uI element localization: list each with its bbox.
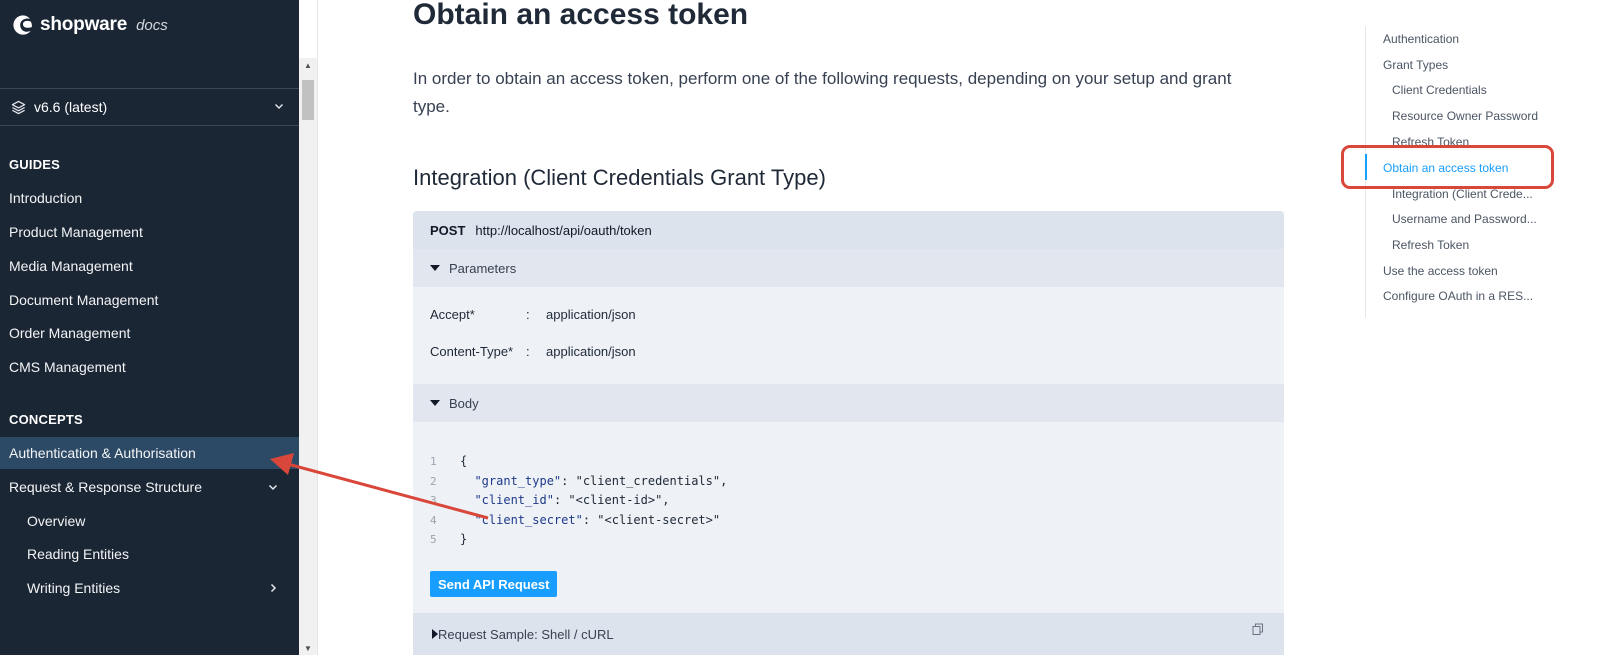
- param-name: Content-Type*: [430, 344, 514, 359]
- json-value: "client_credentials",: [575, 473, 728, 488]
- sidebar-item-label: Authentication & Authorisation: [9, 445, 196, 461]
- brand-name: shopware: [40, 14, 128, 35]
- json-value: "<client-id>",: [568, 493, 670, 507]
- sidebar-item-reading-entities[interactable]: Reading Entities: [0, 538, 299, 570]
- sidebar-item-media-management[interactable]: Media Management: [0, 250, 299, 282]
- sidebar-item-authentication[interactable]: Authentication & Authorisation: [0, 437, 299, 469]
- scroll-up-arrow-icon[interactable]: ▲: [299, 58, 317, 72]
- sidebar-item-label: Media Management: [9, 258, 133, 274]
- sidebar-item-label: Product Management: [9, 224, 143, 240]
- body-toggle[interactable]: Body: [413, 384, 1284, 422]
- sidebar-item-label: Request & Response Structure: [9, 479, 202, 495]
- sidebar-item-introduction[interactable]: Introduction: [0, 182, 299, 214]
- code-line: 5}: [430, 530, 727, 550]
- section-heading: Integration (Client Credentials Grant Ty…: [413, 165, 826, 190]
- version-selector[interactable]: v6.6 (latest): [0, 88, 299, 126]
- endpoint-url: http://localhost/api/oauth/token: [475, 222, 652, 238]
- http-method: POST: [430, 222, 466, 238]
- chevron-right-icon[interactable]: [267, 582, 279, 594]
- chevron-down-icon: [275, 104, 283, 109]
- sidebar-item-label: Writing Entities: [27, 580, 121, 596]
- copy-icon[interactable]: [1252, 623, 1264, 635]
- code-text: }: [460, 532, 468, 546]
- scroll-down-arrow-icon[interactable]: ▼: [299, 641, 317, 655]
- divider: [317, 0, 318, 655]
- section-title-guides: GUIDES: [9, 157, 61, 172]
- toc-item-integration[interactable]: Integration (Client Crede...: [1392, 187, 1533, 201]
- version-label: v6.6 (latest): [34, 99, 108, 115]
- param-separator: :: [526, 307, 530, 322]
- sidebar-item-document-management[interactable]: Document Management: [0, 284, 299, 316]
- toc-item-username-password[interactable]: Username and Password...: [1392, 212, 1537, 226]
- api-request-panel: POST http://localhost/api/oauth/token Pa…: [413, 211, 1284, 655]
- parameters-label: Parameters: [449, 260, 517, 276]
- shopware-logo-icon: [13, 15, 32, 35]
- param-value: application/json: [546, 307, 636, 322]
- toc-item-grant-types[interactable]: Grant Types: [1383, 58, 1448, 72]
- request-sample-label: Request Sample: Shell / cURL: [438, 626, 614, 642]
- intro-paragraph: In order to obtain an access token, perf…: [413, 69, 1232, 116]
- annotation-highlight-box: [1341, 145, 1554, 189]
- sidebar-item-label: Reading Entities: [27, 546, 129, 562]
- toc-item-resource-owner-password[interactable]: Resource Owner Password: [1392, 109, 1538, 123]
- json-value: "<client-secret>": [597, 512, 721, 527]
- parameters-toggle[interactable]: Parameters: [413, 249, 1284, 287]
- param-separator: :: [526, 344, 530, 359]
- param-name: Accept*: [430, 307, 475, 322]
- section-title-concepts: CONCEPTS: [9, 412, 83, 427]
- toc-item-use-access-token[interactable]: Use the access token: [1383, 264, 1498, 278]
- brand-suffix: docs: [136, 16, 168, 34]
- annotation-arrow-icon: [270, 453, 489, 520]
- sidebar-item-overview[interactable]: Overview: [0, 505, 299, 537]
- sidebar: shopware docs v6.6 (latest) GUIDES Intro…: [0, 0, 299, 655]
- sidebar-scrollbar[interactable]: ▲ ▼: [299, 58, 317, 655]
- sidebar-scroll-area: v6.6 (latest) GUIDES Introduction Produc…: [0, 58, 299, 655]
- api-endpoint-header: POST http://localhost/api/oauth/token: [413, 211, 1284, 249]
- body-label: Body: [449, 395, 479, 411]
- sidebar-item-order-management[interactable]: Order Management: [0, 317, 299, 349]
- caret-down-icon: [430, 265, 440, 271]
- scrollbar-thumb[interactable]: [302, 80, 314, 120]
- param-value: application/json: [546, 344, 636, 359]
- json-key: "client_secret": [474, 512, 583, 527]
- caret-down-icon: [430, 400, 440, 406]
- request-sample-toggle[interactable]: Request Sample: Shell / cURL: [413, 613, 1284, 655]
- sidebar-item-cms-management[interactable]: CMS Management: [0, 351, 299, 383]
- send-api-request-button[interactable]: Send API Request: [430, 571, 558, 597]
- sidebar-item-label: Document Management: [9, 292, 159, 308]
- sidebar-item-product-management[interactable]: Product Management: [0, 216, 299, 248]
- toc-item-refresh-token-2[interactable]: Refresh Token: [1392, 238, 1469, 252]
- sidebar-item-label: Introduction: [9, 190, 83, 206]
- toc-item-client-credentials[interactable]: Client Credentials: [1392, 83, 1487, 97]
- sidebar-item-writing-entities[interactable]: Writing Entities: [0, 572, 299, 604]
- toc-item-configure-oauth[interactable]: Configure OAuth in a RES...: [1383, 289, 1533, 303]
- brand-logo[interactable]: shopware docs: [12, 12, 168, 38]
- sidebar-item-label: Overview: [27, 513, 86, 529]
- layers-icon: [11, 100, 26, 114]
- toc-item-authentication[interactable]: Authentication: [1383, 32, 1459, 46]
- sidebar-item-request-response[interactable]: Request & Response Structure: [0, 471, 299, 503]
- line-number: 5: [430, 533, 437, 546]
- sidebar-item-label: Order Management: [9, 325, 131, 341]
- page-title: Obtain an access token: [413, 0, 749, 31]
- sidebar-item-label: CMS Management: [9, 359, 126, 375]
